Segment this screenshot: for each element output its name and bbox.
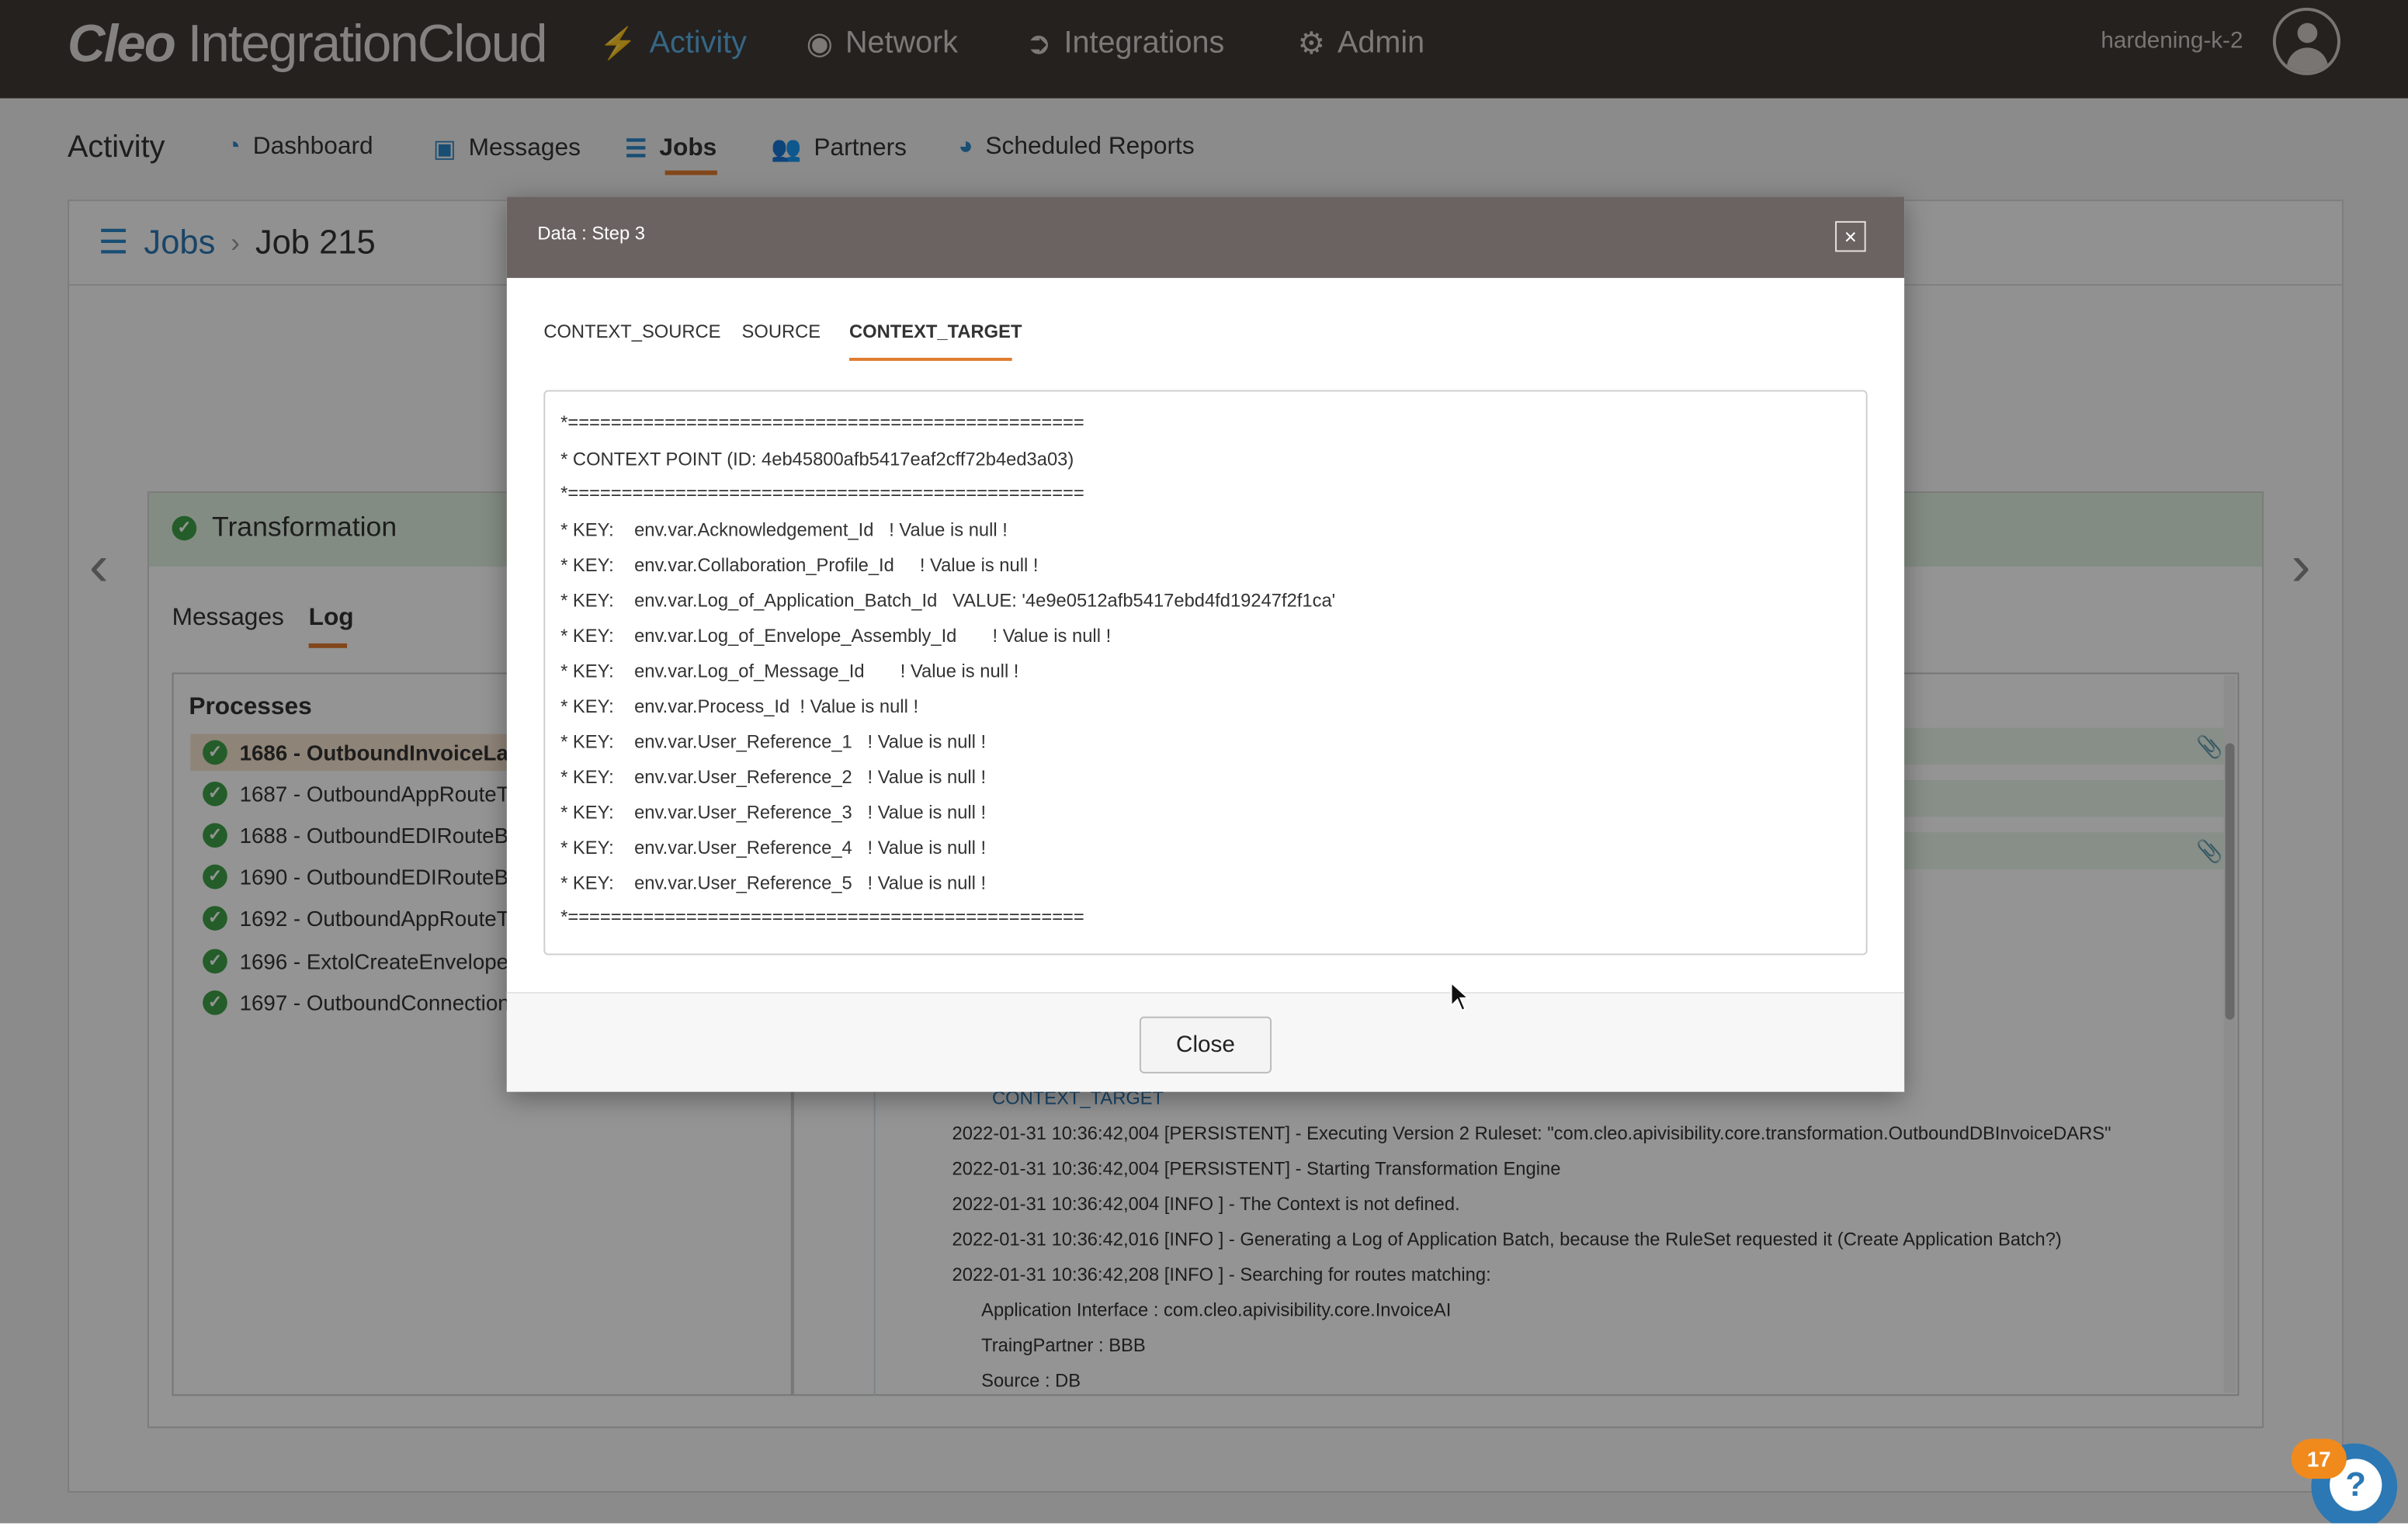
notification-badge: 17 [2291,1438,2347,1479]
context-line: * KEY: env.var.User_Reference_3 ! Value … [560,801,987,824]
close-button[interactable]: Close [1139,1016,1272,1073]
context-line: *=======================================… [560,906,1084,928]
app-window: Cleo IntegrationCloud ⚡ Activity ◉ Netwo… [0,0,2408,1524]
dialog-footer: Close [506,991,1905,1092]
mouse-cursor-icon [1450,981,1470,1012]
context-line: * KEY: env.var.Log_of_Application_Batch_… [560,589,1336,612]
context-line: *=======================================… [560,411,1084,433]
context-line: * KEY: env.var.Process_Id ! Value is nul… [560,695,919,717]
tab-source[interactable]: SOURCE [742,321,821,342]
close-icon[interactable]: × [1835,220,1866,252]
context-line: *=======================================… [560,482,1084,504]
context-line: * KEY: env.var.Acknowledgement_Id ! Valu… [560,519,1008,541]
dialog-header: Data : Step 3 × [506,196,1905,279]
tab-active-indicator [849,357,1012,361]
context-line: * KEY: env.var.Log_of_Message_Id ! Value… [560,660,1019,682]
context-line: * CONTEXT POINT (ID: 4eb45800afb5417eaf2… [560,448,1074,470]
data-dialog: Data : Step 3 × CONTEXT_SOURCE SOURCE CO… [506,196,1905,1092]
context-line: * KEY: env.var.Log_of_Envelope_Assembly_… [560,625,1112,647]
context-line: * KEY: env.var.User_Reference_5 ! Value … [560,872,987,894]
context-line: * KEY: env.var.User_Reference_4 ! Value … [560,837,987,858]
context-line: * KEY: env.var.User_Reference_1 ! Value … [560,730,987,753]
context-line: * KEY: env.var.Collaboration_Profile_Id … [560,554,1039,576]
tab-context-source[interactable]: CONTEXT_SOURCE [543,321,720,342]
context-line: * KEY: env.var.User_Reference_2 ! Value … [560,766,987,788]
tab-context-target[interactable]: CONTEXT_TARGET [849,321,1022,342]
dialog-title: Data : Step 3 [537,222,645,245]
